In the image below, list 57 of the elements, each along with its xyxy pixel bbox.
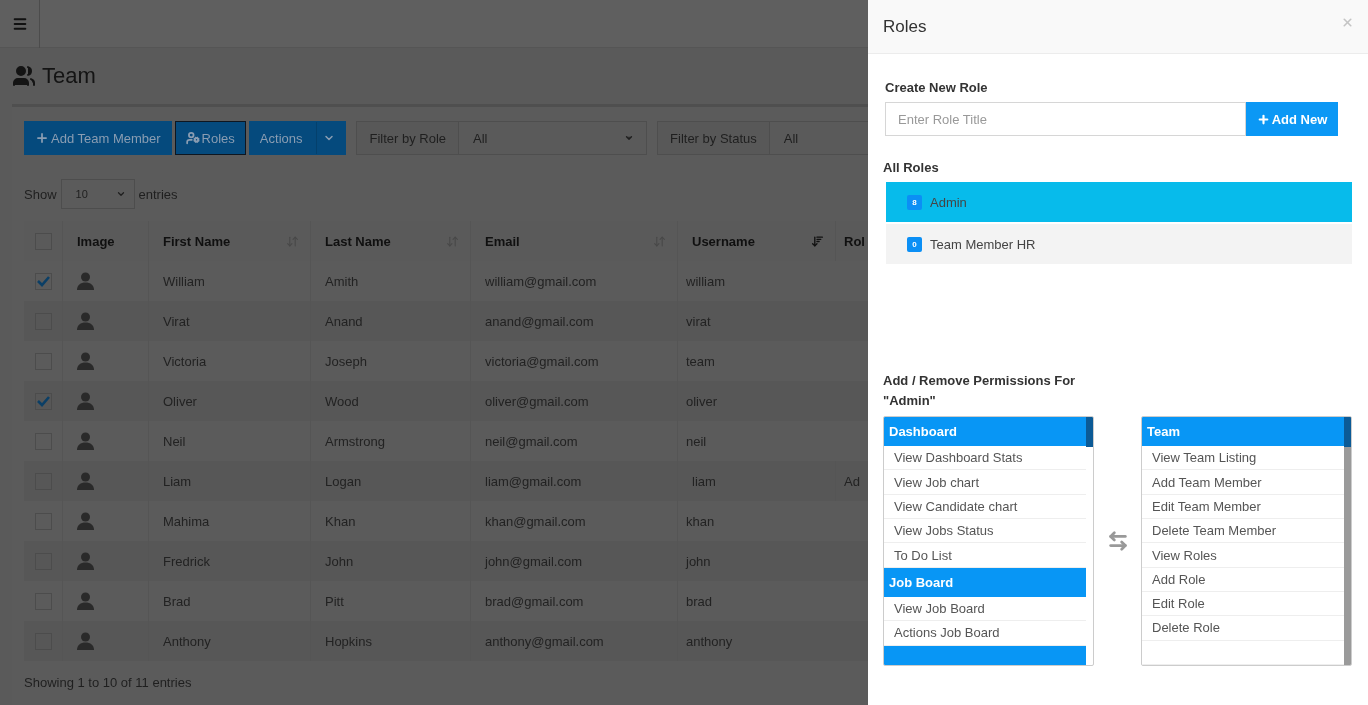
sort-icon — [811, 234, 824, 248]
plus-icon — [35, 131, 49, 145]
permission-item[interactable]: View Dashboard Stats — [884, 446, 1086, 471]
table-info: Showing 1 to 10 of 11 entries — [24, 675, 193, 690]
permission-list[interactable]: Dashboard View Dashboard Stats View Job chart View Candidate chart View Jobs Status To Do List Job Board View Job Board Actions Job Board — [883, 416, 1094, 666]
drawer-title: Roles — [883, 16, 927, 37]
scrollbar[interactable] — [1344, 417, 1351, 665]
user-avatar-icon — [77, 272, 94, 290]
column-title: First Name — [163, 233, 231, 249]
count-badge: 8 — [907, 194, 922, 210]
user-avatar-icon — [77, 592, 94, 610]
user-gear-icon — [185, 131, 200, 145]
user-avatar-icon — [77, 512, 94, 530]
plus-icon — [1256, 112, 1270, 126]
column-title: Rol — [844, 233, 865, 249]
section-label: All Roles — [883, 160, 940, 175]
column-title: Username — [692, 233, 755, 249]
menu-icon — [11, 16, 28, 32]
caret-icon — [624, 133, 635, 143]
close-button[interactable] — [1341, 16, 1354, 29]
count-badge: 0 — [907, 236, 922, 252]
role-item[interactable]: 8 Admin — [886, 182, 1352, 222]
role-item[interactable]: 0 Team Member HR — [886, 224, 1352, 264]
section-label: Add / Remove Permissions For "Admin" — [883, 372, 1077, 410]
users-icon — [12, 64, 36, 88]
permission-item[interactable]: View Candidate chart — [884, 494, 1086, 520]
field-label: Create New Role — [885, 80, 989, 95]
filter-label: Filter by Status — [657, 121, 770, 155]
permission-item[interactable]: Actions Job Board — [884, 621, 1086, 646]
role-name: Team Member HR — [930, 236, 1036, 252]
permission-item[interactable]: View Job Board — [884, 596, 1086, 622]
user-avatar-icon — [77, 552, 94, 570]
permission-group-header: Job Board — [884, 567, 1086, 597]
swap-icon[interactable] — [1106, 530, 1129, 552]
checkbox[interactable] — [34, 392, 52, 410]
user-avatar-icon — [77, 352, 94, 370]
user-avatar-icon — [77, 472, 94, 490]
user-avatar-icon — [77, 392, 94, 410]
checkbox[interactable] — [34, 272, 52, 290]
role-title-input[interactable]: Enter Role Title — [885, 102, 1246, 136]
filter-label: Filter by Role — [356, 121, 460, 155]
permission-group-header: Dashboard — [884, 417, 1086, 447]
user-avatar-icon — [77, 312, 94, 330]
page-title: Team — [42, 63, 96, 89]
entries-label: entries — [138, 186, 178, 202]
permission-item[interactable]: View Jobs Status — [884, 519, 1086, 544]
column-title: Email — [485, 233, 520, 249]
permission-item[interactable]: To Do List — [884, 543, 1086, 568]
caret-icon — [115, 189, 126, 199]
user-avatar-icon — [77, 632, 94, 650]
permission-group-header: Team — [1142, 417, 1344, 447]
column-title: Last Name — [325, 233, 391, 249]
permission-item[interactable]: View Job chart — [884, 470, 1086, 495]
role-name: Admin — [930, 194, 967, 210]
show-label: Show — [24, 186, 57, 202]
permission-list[interactable]: Team View Team Listing Add Team Member Edit Team Member Delete Team Member View Roles Add Role Edit Role Delete Role — [1141, 416, 1352, 666]
user-avatar-icon — [77, 432, 94, 450]
